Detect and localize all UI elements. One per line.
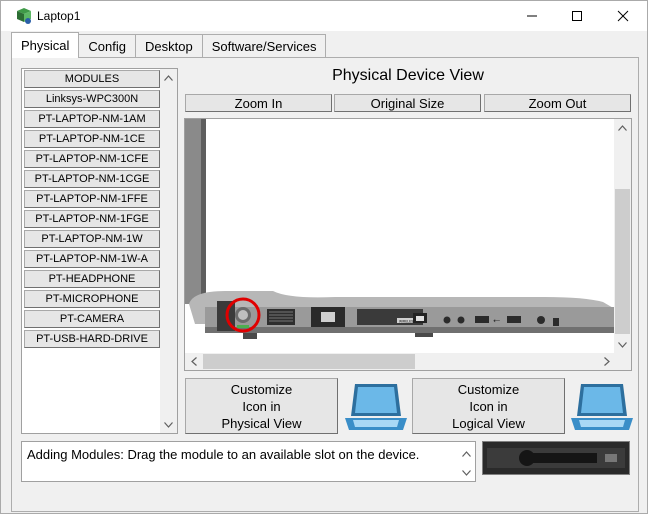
info-text-area[interactable]: Adding Modules: Drag the module to an av…: [21, 441, 476, 482]
maximize-icon: [572, 11, 582, 21]
module-thumbnail: [483, 442, 629, 474]
module-item[interactable]: PT-LAPTOP-NM-1FGE: [24, 210, 160, 228]
module-item[interactable]: PT-LAPTOP-NM-1W: [24, 230, 160, 248]
scroll-up-icon[interactable]: [614, 119, 631, 136]
scroll-up-icon[interactable]: [160, 69, 177, 86]
tab-physical[interactable]: Physical: [11, 32, 80, 58]
physical-device-view-title: Physical Device View: [332, 67, 484, 84]
zoom-in-button[interactable]: Zoom In: [185, 94, 332, 112]
laptop-side-image[interactable]: WIRELESS ⭠: [185, 119, 615, 353]
viewport-horizontal-scrollbar[interactable]: [185, 353, 615, 370]
minimize-button[interactable]: [509, 1, 555, 31]
module-item[interactable]: Linksys-WPC300N: [24, 90, 160, 108]
modules-scrollbar[interactable]: [160, 69, 177, 433]
modules-header: MODULES: [24, 70, 160, 88]
tab-desktop[interactable]: Desktop: [135, 34, 203, 58]
scroll-down-icon[interactable]: [458, 464, 475, 481]
vertical-scroll-thumb[interactable]: [615, 189, 630, 334]
module-item[interactable]: PT-LAPTOP-NM-1CGE: [24, 170, 160, 188]
laptop-window: Laptop1 Physical Config Desktop Software…: [0, 0, 648, 514]
minimize-icon: [527, 15, 537, 17]
module-item[interactable]: PT-HEADPHONE: [24, 270, 160, 288]
window-title: Laptop1: [37, 9, 81, 23]
module-item[interactable]: PT-LAPTOP-NM-1FFE: [24, 190, 160, 208]
modules-list[interactable]: MODULES Linksys-WPC300N PT-LAPTOP-NM-1AM…: [21, 68, 178, 434]
zoom-out-button[interactable]: Zoom Out: [484, 94, 631, 112]
module-item[interactable]: PT-LAPTOP-NM-1CE: [24, 130, 160, 148]
scroll-up-icon[interactable]: [458, 445, 475, 462]
info-text: Adding Modules: Drag the module to an av…: [27, 447, 420, 462]
horizontal-scroll-thumb[interactable]: [203, 354, 415, 369]
module-item[interactable]: PT-LAPTOP-NM-1AM: [24, 110, 160, 128]
module-preview-image: [482, 441, 630, 475]
viewport-vertical-scrollbar[interactable]: [614, 119, 631, 353]
close-icon: [617, 10, 629, 22]
scroll-left-icon[interactable]: [185, 353, 202, 370]
tab-bar: Physical Config Desktop Software/Service…: [11, 32, 327, 58]
module-item[interactable]: PT-LAPTOP-NM-1W-A: [24, 250, 160, 268]
scroll-corner: [614, 353, 631, 370]
title-bar[interactable]: Laptop1: [1, 1, 647, 31]
module-item[interactable]: PT-MICROPHONE: [24, 290, 160, 308]
tab-software-services[interactable]: Software/Services: [201, 34, 327, 58]
usb-icon: ⭠: [493, 316, 500, 326]
device-viewport[interactable]: WIRELESS ⭠: [184, 118, 632, 371]
scroll-down-icon[interactable]: [614, 336, 631, 353]
scroll-right-icon[interactable]: [598, 353, 615, 370]
module-item[interactable]: PT-USB-HARD-DRIVE: [24, 330, 160, 348]
laptop-icon: [571, 384, 633, 430]
laptop-icon: [345, 384, 407, 430]
original-size-button[interactable]: Original Size: [334, 94, 481, 112]
info-scrollbar[interactable]: [458, 442, 475, 481]
packet-tracer-icon: [17, 8, 31, 24]
customize-physical-view-button[interactable]: Customize Icon in Physical View: [185, 378, 338, 434]
customize-logical-view-button[interactable]: Customize Icon in Logical View: [412, 378, 565, 434]
maximize-button[interactable]: [554, 1, 600, 31]
module-item[interactable]: PT-CAMERA: [24, 310, 160, 328]
close-button[interactable]: [600, 1, 646, 31]
scroll-down-icon[interactable]: [160, 416, 177, 433]
module-item[interactable]: PT-LAPTOP-NM-1CFE: [24, 150, 160, 168]
tab-config[interactable]: Config: [78, 34, 136, 58]
